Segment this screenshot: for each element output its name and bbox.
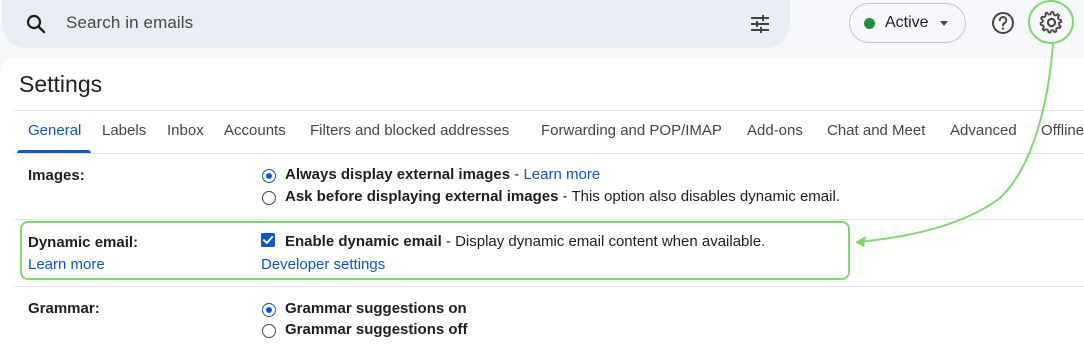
status-label: Active <box>885 14 929 31</box>
gear-icon[interactable] <box>1038 9 1065 36</box>
divider <box>14 153 1084 154</box>
divider <box>14 110 1084 111</box>
tab-accounts[interactable]: Accounts <box>224 122 286 139</box>
tab-advanced[interactable]: Advanced <box>950 122 1017 139</box>
tab-addons[interactable]: Add-ons <box>747 122 803 139</box>
tab-filters[interactable]: Filters and blocked addresses <box>310 122 509 139</box>
option-label: Grammar suggestions off <box>285 321 468 338</box>
option-grammar-on: Grammar suggestions on <box>285 300 467 317</box>
tab-offline[interactable]: Offline <box>1041 122 1084 139</box>
search-input[interactable]: Search in emails <box>66 13 193 33</box>
tab-inbox[interactable]: Inbox <box>167 122 204 139</box>
radio-grammar-off[interactable] <box>262 324 276 338</box>
option-description: This option also disables dynamic email. <box>571 188 840 205</box>
option-label: Ask before displaying external images <box>285 188 559 205</box>
tab-chat-meet[interactable]: Chat and Meet <box>827 122 925 139</box>
radio-ask-before-display[interactable] <box>262 191 276 205</box>
gmail-settings-page: Search in emails Active Settings General <box>0 0 1084 344</box>
caret-down-icon <box>940 21 948 26</box>
option-label: Always display external images <box>285 166 511 183</box>
tab-general[interactable]: General <box>28 122 81 139</box>
tab-forwarding[interactable]: Forwarding and POP/IMAP <box>541 122 722 139</box>
help-icon[interactable] <box>990 10 1016 36</box>
option-ask-before-display: Ask before displaying external images - … <box>285 188 840 205</box>
divider <box>14 286 1084 287</box>
option-always-display-images: Always display external images - Learn m… <box>285 166 600 183</box>
images-learn-more-link[interactable]: Learn more <box>523 166 600 183</box>
dynamic-email-highlight <box>20 221 850 280</box>
tune-icon[interactable] <box>748 12 772 36</box>
page-title: Settings <box>19 71 103 97</box>
tab-labels[interactable]: Labels <box>102 122 146 139</box>
radio-grammar-on[interactable] <box>262 303 276 317</box>
radio-always-display-images[interactable] <box>262 169 276 183</box>
separator: - <box>558 188 572 205</box>
grammar-label: Grammar: <box>28 300 100 317</box>
settings-panel: Settings General Labels Inbox Accounts F… <box>0 58 1084 344</box>
option-grammar-off: Grammar suggestions off <box>285 321 468 338</box>
divider <box>14 219 1084 220</box>
status-dot <box>864 18 875 29</box>
search-icon[interactable] <box>24 12 48 36</box>
status-selector[interactable]: Active <box>849 3 966 43</box>
separator: - <box>510 166 524 183</box>
search-bar[interactable]: Search in emails <box>2 0 790 48</box>
images-label: Images: <box>28 167 85 184</box>
option-label: Grammar suggestions on <box>285 300 467 317</box>
